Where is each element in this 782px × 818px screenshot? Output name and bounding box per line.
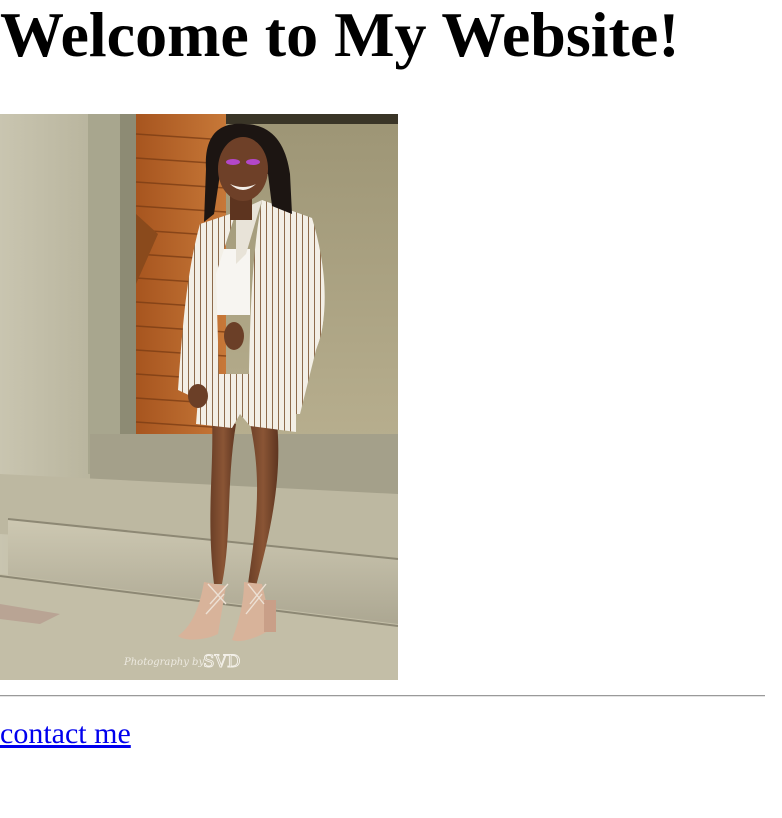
photo-watermark-script: Photography by xyxy=(123,657,204,668)
profile-photo: Photography by SVD xyxy=(0,114,398,680)
horizontal-divider xyxy=(0,695,765,697)
page-title: Welcome to My Website! xyxy=(0,0,680,70)
contact-link[interactable]: contact me xyxy=(0,716,131,752)
photo-watermark-mark: SVD xyxy=(203,652,241,672)
